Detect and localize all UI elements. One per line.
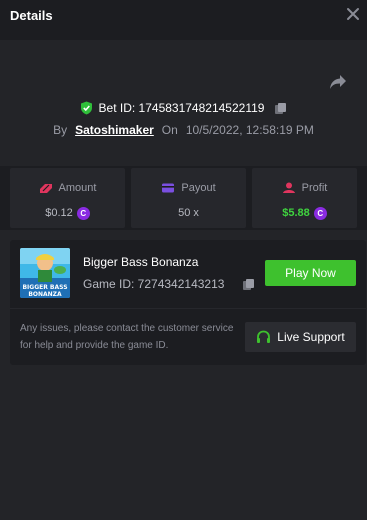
payout-card: Payout 50 x [131,168,246,228]
bet-id: Bet ID: 1745831748214522119 [98,101,265,115]
bet-stats: Amount $0.12 C Payout 50 x Profit $5.88 … [0,166,367,230]
amount-value: $0.12 [45,207,73,219]
game-card: BIGGER BASS BONANZA Bigger Bass Bonanza … [10,240,366,365]
amount-card: Amount $0.12 C [10,168,125,228]
bet-byline: By Satoshimaker On 10/5/2022, 12:58:19 P… [0,121,367,139]
payout-value: 50 x [178,207,199,219]
profit-value: $5.88 [282,207,310,219]
amount-icon [39,184,52,193]
coin-icon: C [313,206,327,220]
on-label: On [161,123,178,137]
copy-icon[interactable] [274,102,287,115]
live-support-button[interactable]: Live Support [245,322,356,352]
profit-icon [282,182,295,193]
svg-text:BIGGER BASS: BIGGER BASS [22,284,67,291]
svg-text:BONANZA: BONANZA [28,291,62,298]
game-thumbnail[interactable]: BIGGER BASS BONANZA [20,248,70,298]
amount-label: Amount [58,182,97,194]
page-title: Details [10,8,53,23]
username-link[interactable]: Satoshimaker [75,123,154,137]
share-icon[interactable] [329,74,347,90]
close-icon[interactable] [345,6,361,22]
game-name: Bigger Bass Bonanza [83,255,199,269]
live-support-label: Live Support [277,330,345,344]
profit-label: Profit [301,182,328,194]
coin-icon: C [76,206,90,220]
game-id: Game ID: 7274342143213 [83,277,225,291]
shield-check-icon [80,101,92,115]
by-label: By [53,123,68,137]
headset-icon [257,330,271,343]
divider [10,308,366,309]
bet-datetime: 10/5/2022, 12:58:19 PM [185,123,314,137]
payout-label: Payout [181,182,216,194]
wallet-icon [162,183,175,193]
profit-card: Profit $5.88 C [252,168,357,228]
play-now-button[interactable]: Play Now [265,260,356,286]
bet-id-row: Bet ID: 1745831748214522119 [0,98,367,118]
copy-icon[interactable] [242,278,255,291]
details-header: Details [0,0,367,40]
support-message: Any issues, please contact the customer … [20,323,234,351]
